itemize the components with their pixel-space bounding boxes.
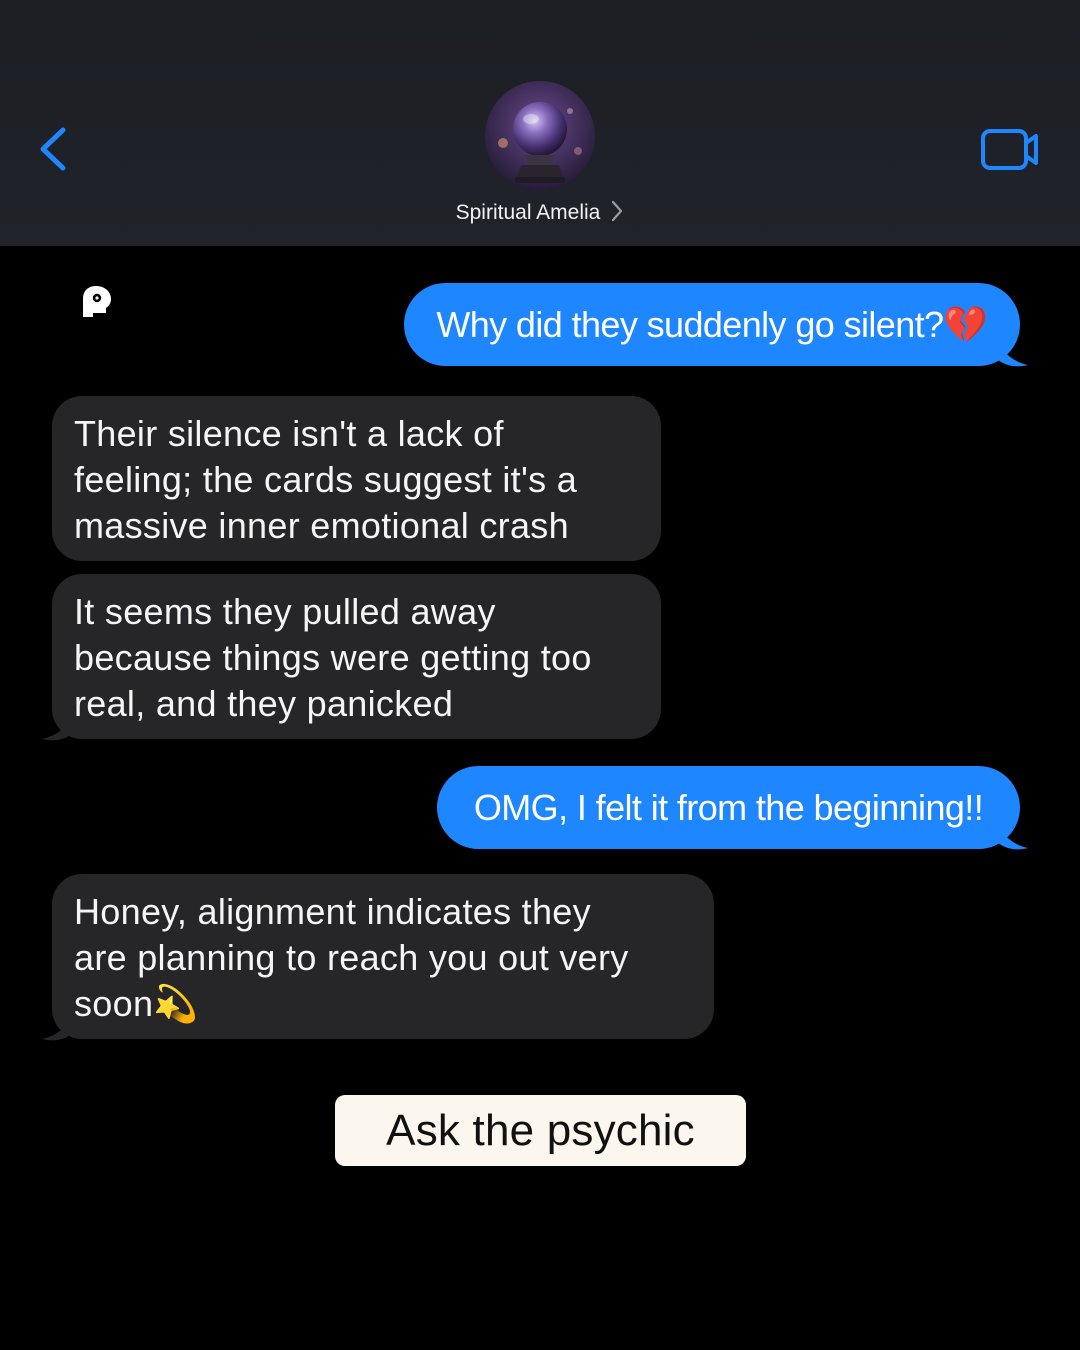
message-text: OMG, I felt it from the beginning!! (473, 786, 984, 828)
ask-psychic-label: Ask the psychic (386, 1105, 695, 1155)
message-line: It seems they pulled away (74, 591, 496, 632)
message-line: because things were getting too (74, 637, 592, 678)
contact-avatar[interactable] (485, 81, 595, 191)
chat-header: Spiritual Amelia (0, 0, 1080, 246)
bubble-tail (42, 1014, 74, 1041)
message-line: soon💫 (74, 983, 199, 1024)
message-line: real, and they panicked (74, 683, 454, 724)
message-line: Honey, alignment indicates they (74, 891, 591, 932)
crystal-ball-image (485, 81, 595, 191)
bubble-tail (996, 823, 1028, 850)
contact-name: Spiritual Amelia (455, 201, 601, 224)
ask-psychic-button[interactable]: Ask the psychic (335, 1095, 746, 1166)
message-line: are planning to reach you out very (74, 937, 629, 978)
head-profile-logo (80, 284, 114, 320)
contact-name-button[interactable]: Spiritual Amelia (0, 199, 1080, 225)
received-message[interactable]: Their silence isn't a lack of feeling; t… (52, 396, 661, 561)
chevron-left-icon (40, 127, 66, 171)
back-button[interactable] (30, 118, 78, 180)
bubble-tail (42, 714, 74, 741)
message-line: massive inner emotional crash (74, 505, 569, 546)
sent-message[interactable]: OMG, I felt it from the beginning!! (437, 766, 1020, 849)
received-message[interactable]: Honey, alignment indicates they are plan… (52, 874, 714, 1039)
message-text: Why did they suddenly go silent?💔 (436, 303, 988, 345)
message-line: Their silence isn't a lack of (74, 413, 504, 454)
video-camera-icon (981, 129, 1038, 170)
video-call-button[interactable] (978, 125, 1044, 175)
chevron-right-icon (612, 200, 623, 222)
received-message[interactable]: It seems they pulled away because things… (52, 574, 661, 739)
sent-message[interactable]: Why did they suddenly go silent?💔 (404, 283, 1020, 366)
bubble-tail (996, 340, 1028, 367)
message-line: feeling; the cards suggest it's a (74, 459, 578, 500)
